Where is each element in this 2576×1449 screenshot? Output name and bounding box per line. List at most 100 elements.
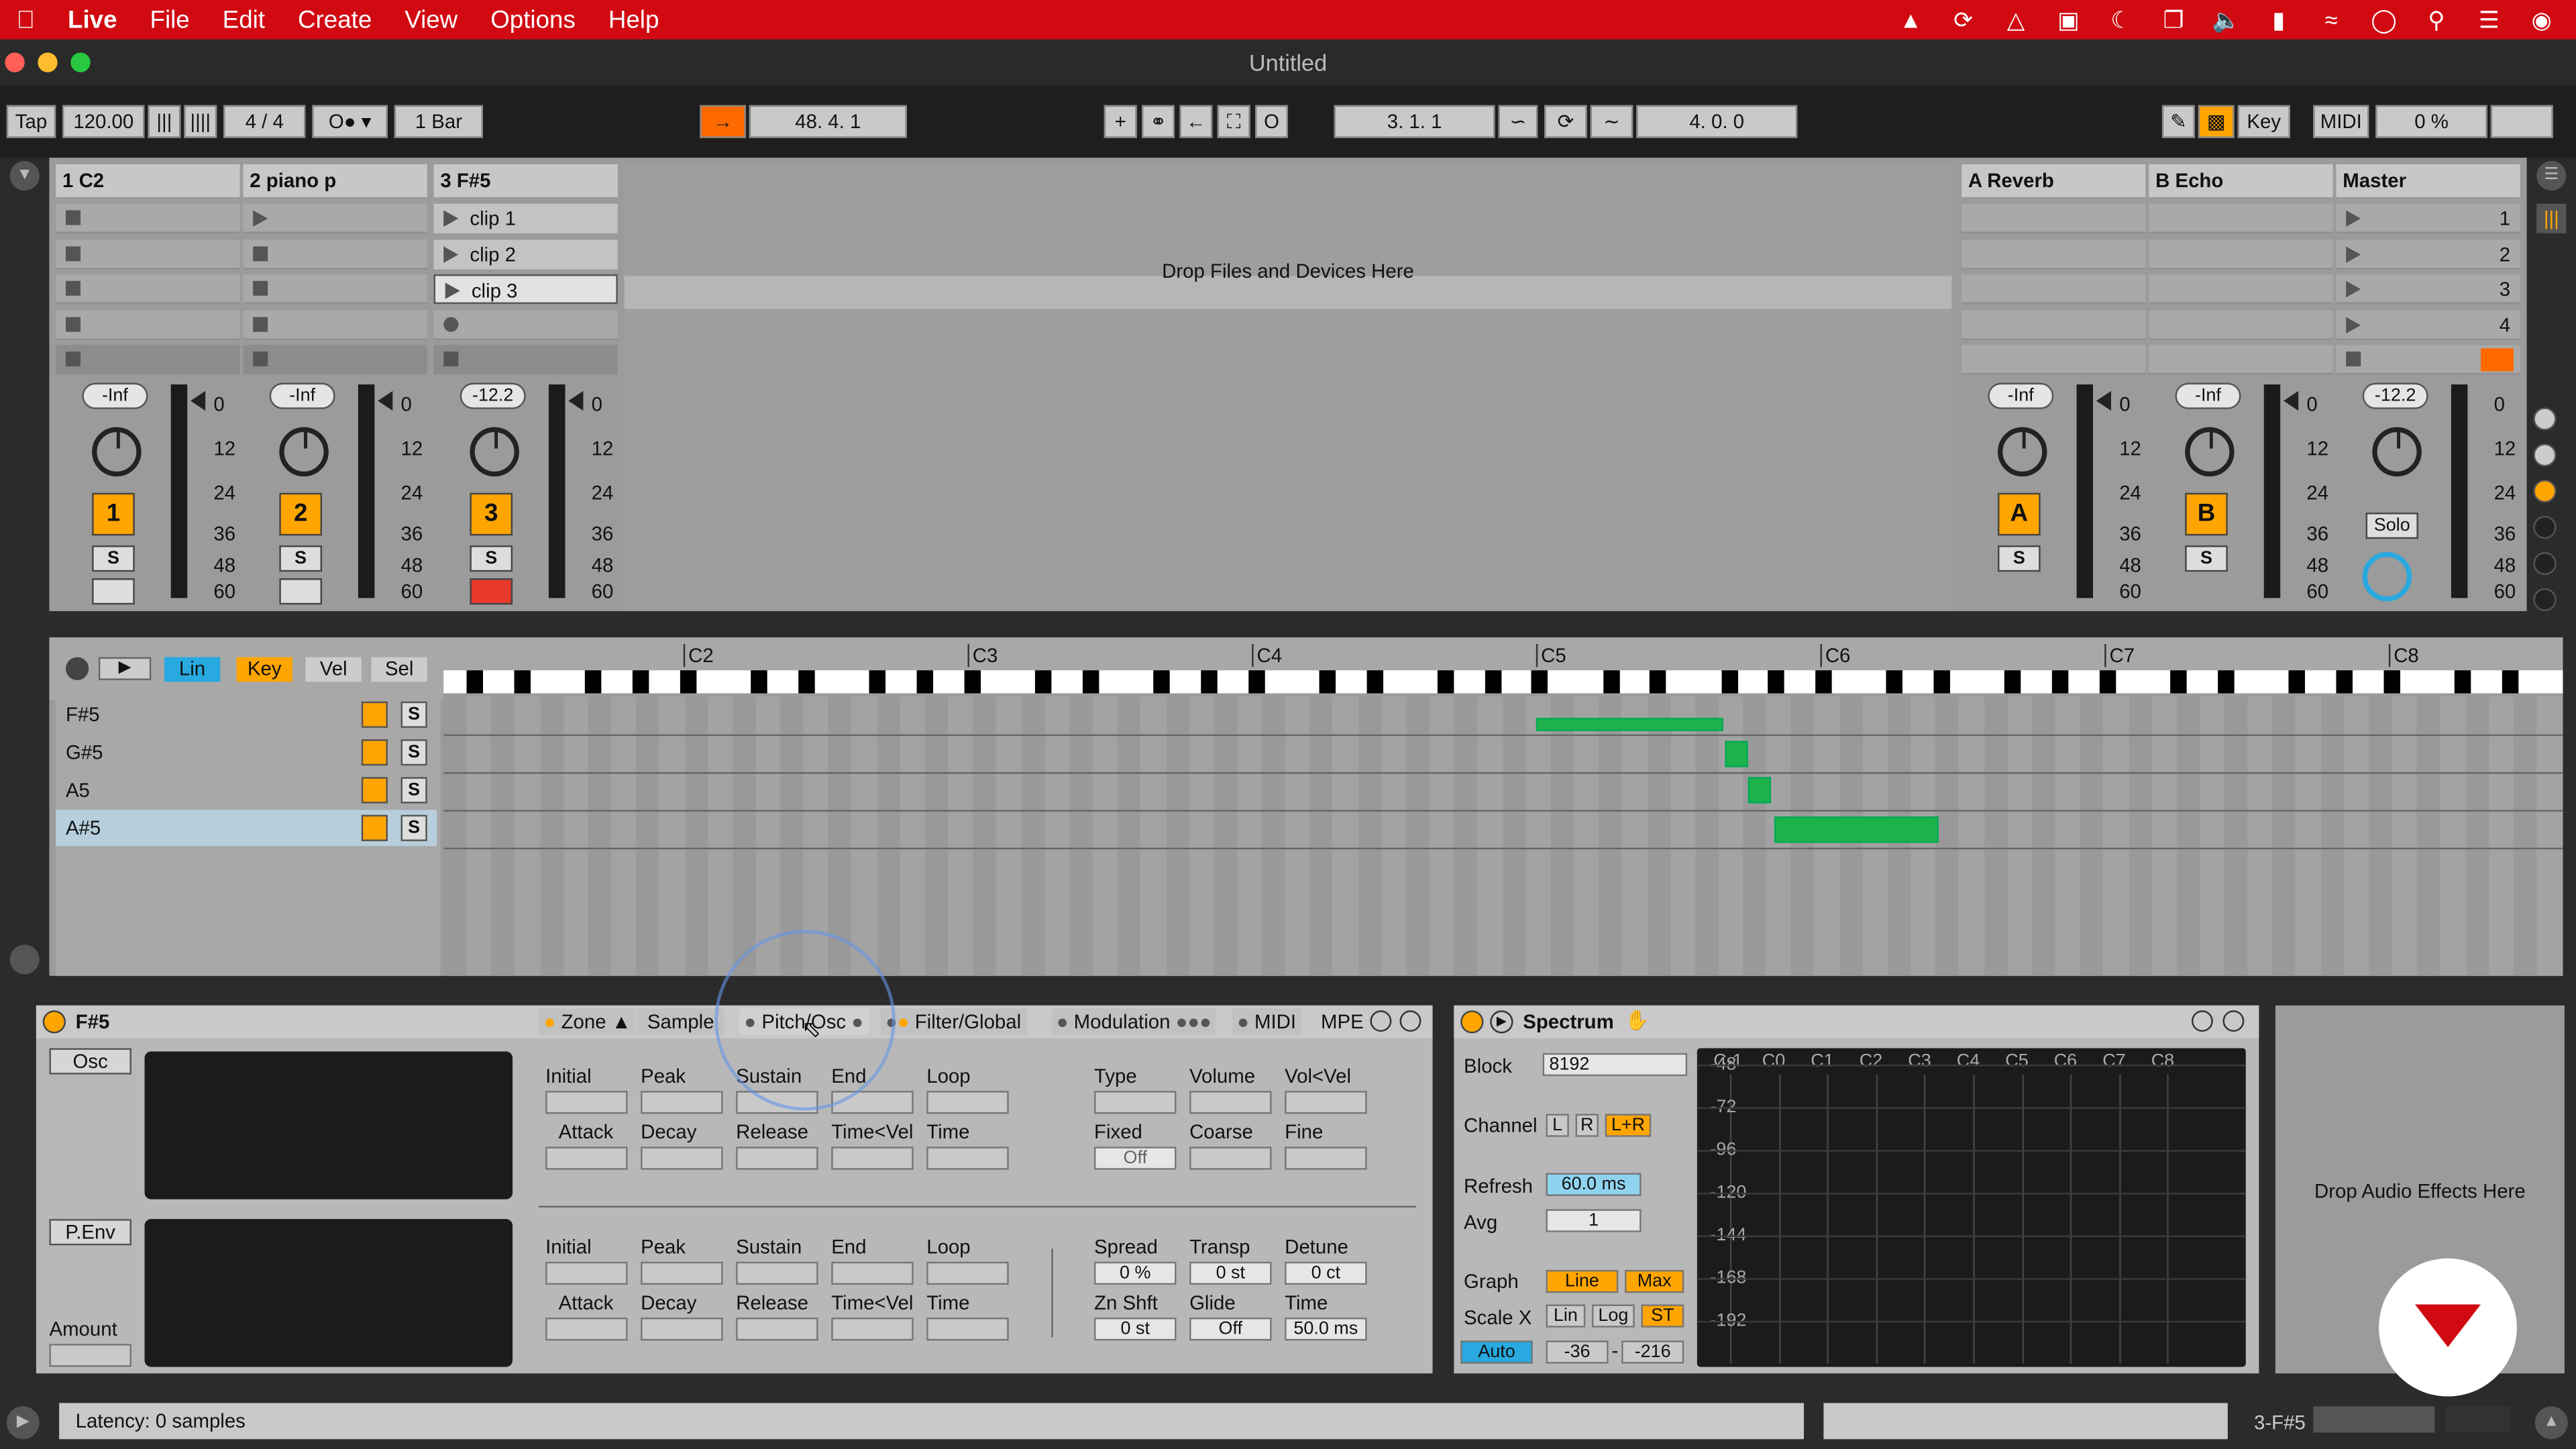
spectrum-graph[interactable]: C-1 C0 C1 C2 C3 C4 C5 C6 C7 C8 -48 -72 -96 -120 -144 -1…	[1697, 1048, 2246, 1367]
loop-switch-icon[interactable]: ⟳	[1544, 105, 1587, 138]
black-key[interactable]	[1366, 670, 1383, 694]
row-solo-button[interactable]: S	[400, 777, 427, 804]
clip-slot[interactable]: clip 2	[433, 239, 618, 269]
master-track-header[interactable]: Master	[2336, 164, 2520, 197]
pitch-param-field[interactable]: Off	[1189, 1318, 1272, 1341]
pitch-envelope-display[interactable]	[144, 1219, 513, 1367]
browser-toggle-icon[interactable]: ▼	[9, 161, 40, 191]
crossfade-icon[interactable]	[2533, 551, 2557, 576]
apple-icon[interactable]: 	[0, 6, 52, 34]
screens-icon[interactable]: ❐	[2159, 5, 2188, 34]
volume-display[interactable]: -Inf	[2175, 382, 2241, 409]
clip-slot[interactable]	[243, 274, 427, 305]
tray-camera-icon[interactable]: ▣	[2053, 5, 2083, 34]
row-solo-button[interactable]: S	[400, 814, 427, 841]
zoom-button[interactable]	[70, 52, 91, 72]
black-key[interactable]	[1200, 670, 1218, 694]
row-solo-button[interactable]: S	[400, 701, 427, 728]
scene-launch[interactable]: 3	[2336, 274, 2520, 305]
master-pan-knob[interactable]	[2372, 427, 2422, 477]
clip-slot[interactable]: clip 3	[433, 274, 618, 305]
arm-button[interactable]	[470, 578, 513, 605]
volume-icon[interactable]: 🔈	[2211, 5, 2241, 34]
mixer-toggle-icon[interactable]: ☰	[2536, 161, 2567, 191]
loop-length-field[interactable]: 4. 0. 0	[1636, 105, 1798, 138]
master-volume-display[interactable]: -12.2	[2362, 382, 2428, 409]
return-track-header[interactable]: A Reverb	[1962, 164, 2146, 197]
automation-arm-icon[interactable]: ⚭	[1142, 105, 1175, 138]
black-key[interactable]	[2454, 670, 2471, 694]
nudge-down-icon[interactable]: |||	[148, 105, 181, 138]
osc-param-field[interactable]	[1285, 1091, 1367, 1114]
envelope-param-field[interactable]	[831, 1146, 914, 1170]
spectrum-hot-swap-icon[interactable]	[2191, 1010, 2213, 1032]
black-key[interactable]	[1319, 670, 1336, 694]
black-key[interactable]	[1933, 670, 1951, 694]
row-solo-button[interactable]: S	[400, 739, 427, 766]
clip-slot[interactable]	[56, 309, 240, 339]
lin-button[interactable]: Lin	[164, 657, 221, 682]
minimize-button[interactable]	[38, 52, 58, 72]
menu-help[interactable]: Help	[592, 6, 676, 34]
envelope-param-field[interactable]	[926, 1146, 1009, 1170]
info-view-toggle-icon[interactable]: ▶	[6, 1406, 40, 1440]
scene-launch[interactable]: 2	[2336, 239, 2520, 269]
menu-app[interactable]: Live	[52, 6, 133, 34]
black-key[interactable]	[2004, 670, 2022, 694]
clip-stop-icon[interactable]	[65, 280, 81, 296]
speaker-icon[interactable]	[361, 777, 388, 804]
spectrum-power-icon[interactable]	[1460, 1010, 1484, 1034]
drop-zone[interactable]: Drop Files and Devices Here	[624, 164, 1952, 612]
clip-stop-icon[interactable]	[65, 246, 81, 261]
black-key[interactable]	[585, 670, 602, 694]
track-header[interactable]: 3 F#5	[433, 164, 618, 197]
solo-button[interactable]: S	[2185, 545, 2228, 572]
track-activator[interactable]: 3	[470, 492, 513, 536]
range-high-field[interactable]: -216	[1621, 1340, 1684, 1364]
clip-record-icon[interactable]	[443, 316, 459, 331]
track-activator[interactable]: 2	[279, 492, 323, 536]
time-signature-field[interactable]: 4 / 4	[223, 105, 306, 138]
meter-pointer-icon[interactable]	[191, 390, 206, 411]
metronome-icon[interactable]: O● ▾	[312, 105, 388, 138]
meter-pointer-icon[interactable]	[378, 390, 393, 411]
clip-stop-icon[interactable]	[253, 280, 268, 296]
wifi-icon[interactable]: ≈	[2316, 5, 2346, 34]
black-key[interactable]	[1082, 670, 1099, 694]
scene-play-icon[interactable]	[2346, 280, 2361, 298]
pan-knob[interactable]	[279, 427, 329, 477]
black-key[interactable]	[2336, 670, 2353, 694]
black-key[interactable]	[1768, 670, 1785, 694]
clip-stop-icon[interactable]	[65, 316, 81, 331]
draw-mode-icon[interactable]: ✎	[2161, 105, 2195, 138]
clip-slot[interactable]	[56, 274, 240, 305]
user-icon[interactable]: ◯	[2369, 5, 2398, 34]
spectrum-save-icon[interactable]	[2222, 1010, 2245, 1032]
envelope-param-field[interactable]	[545, 1146, 628, 1170]
black-key[interactable]	[1886, 670, 1903, 694]
cue-volume-knob[interactable]	[2362, 551, 2412, 602]
osc-envelope-display[interactable]	[144, 1051, 513, 1199]
pan-knob[interactable]	[2185, 427, 2235, 477]
range-low-field[interactable]: -36	[1546, 1340, 1609, 1364]
black-key[interactable]	[467, 670, 484, 694]
black-key[interactable]	[1034, 670, 1052, 694]
black-key[interactable]	[680, 670, 697, 694]
pitch-env-button[interactable]: P.Env	[49, 1219, 131, 1246]
channel-lr-button[interactable]: L+R	[1605, 1114, 1652, 1137]
volume-display[interactable]: -Inf	[82, 382, 148, 409]
black-key[interactable]	[1603, 670, 1619, 694]
black-key[interactable]	[1532, 670, 1548, 694]
pan-knob[interactable]	[92, 427, 142, 477]
tab-sample[interactable]: Sample	[637, 1008, 724, 1035]
meter-pointer-icon[interactable]	[568, 390, 584, 411]
clip-stop-icon[interactable]	[253, 352, 268, 367]
scene-play-icon[interactable]	[2346, 316, 2361, 333]
capture-icon[interactable]: ⛶	[1217, 105, 1250, 138]
osc-param-field[interactable]	[1285, 1146, 1367, 1170]
vel-button[interactable]: Vel	[305, 657, 362, 682]
scale-st-button[interactable]: ST	[1641, 1304, 1684, 1328]
scale-lin-button[interactable]: Lin	[1546, 1304, 1586, 1328]
mixer-icon[interactable]	[2533, 480, 2557, 503]
speaker-icon[interactable]	[361, 814, 388, 841]
